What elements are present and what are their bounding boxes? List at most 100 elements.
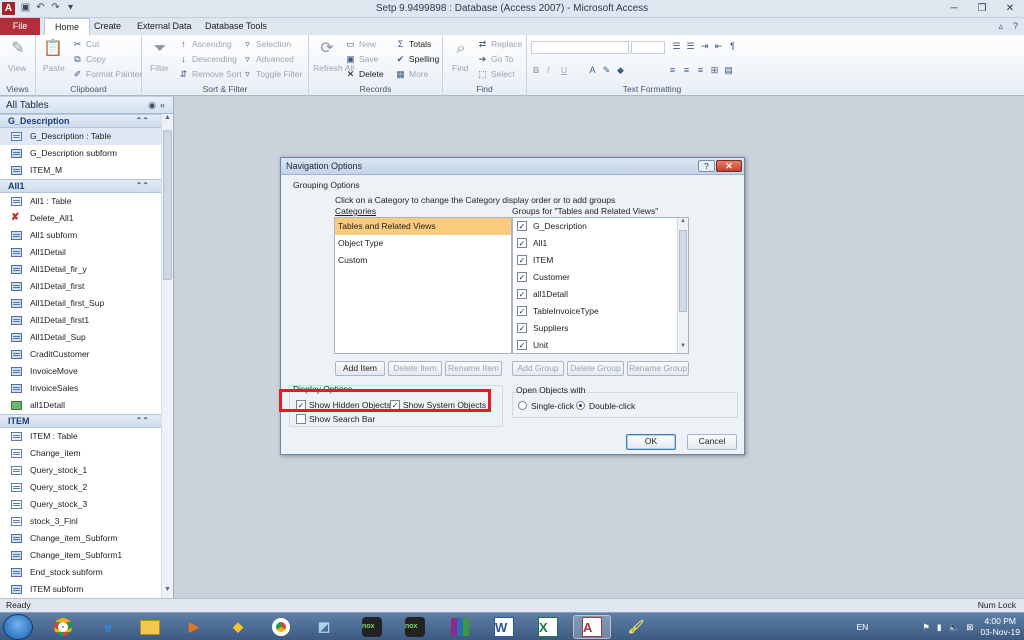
add-item-button[interactable]: Add Item <box>335 361 385 376</box>
chrome-icon[interactable] <box>262 615 300 639</box>
delete-group-button[interactable]: Delete Group <box>567 361 624 376</box>
groups-scroll-thumb[interactable] <box>679 230 687 312</box>
category-item[interactable]: Tables and Related Views <box>335 218 511 235</box>
scroll-up-icon[interactable]: ▲ <box>162 114 173 126</box>
replace-button[interactable]: ⇄ Replace <box>477 39 522 49</box>
group-item[interactable]: ✓ ITEM <box>513 252 688 269</box>
new-record-button[interactable]: ▭ New <box>345 39 376 49</box>
show-search-bar-label[interactable]: Show Search Bar <box>309 414 375 424</box>
single-click-radio[interactable] <box>518 401 527 410</box>
nav-item[interactable]: all1Detall <box>0 397 161 414</box>
nav-item[interactable]: ITEM_M <box>0 162 161 179</box>
nav-item[interactable]: G_Description : Table <box>0 128 161 145</box>
italic-button[interactable]: I <box>547 65 549 75</box>
groups-listbox[interactable]: ✓ G_Description ✓ All1 ✓ ITEM ✓ Customer ✓ all1De… <box>512 217 689 354</box>
save-record-button[interactable]: ▣ Save <box>345 54 378 64</box>
group-checkbox[interactable]: ✓ <box>517 323 527 333</box>
nav-item[interactable]: ITEM : Table <box>0 428 161 445</box>
tray-network-icon[interactable]: ▮ <box>937 622 942 633</box>
filter-button[interactable]: Filter <box>150 63 169 73</box>
font-name-combo[interactable] <box>531 41 629 54</box>
groups-scroll-down-icon[interactable]: ▼ <box>678 343 688 353</box>
goto-button[interactable]: ➔ Go To <box>477 54 514 64</box>
nav-item[interactable]: Change_item_Subform <box>0 530 161 547</box>
tray-flag-icon[interactable]: ⚑ <box>922 622 930 633</box>
rename-item-button[interactable]: Rename Item <box>445 361 502 376</box>
group-item[interactable]: ✓ G_Description <box>513 218 688 235</box>
find-button[interactable]: Find <box>452 63 469 73</box>
show-search-bar-checkbox[interactable] <box>296 414 306 424</box>
select-button[interactable]: ⬚ Select <box>477 69 514 79</box>
spelling-button[interactable]: ✔ Spelling <box>395 54 440 64</box>
bold-button[interactable]: B <box>533 65 539 75</box>
nav-item[interactable]: All1 subform <box>0 227 161 244</box>
nav-item[interactable]: All1Detail_first1 <box>0 312 161 329</box>
descending-button[interactable]: ↓ Descending <box>178 54 237 64</box>
start-button[interactable] <box>3 614 33 640</box>
winrar-icon[interactable] <box>441 615 479 639</box>
group-checkbox[interactable]: ✓ <box>517 255 527 265</box>
add-group-button[interactable]: Add Group <box>512 361 564 376</box>
single-click-label[interactable]: Single-click <box>531 401 574 411</box>
tab-external-data[interactable]: External Data <box>127 18 202 35</box>
paste-button[interactable]: Paste <box>43 63 65 73</box>
nav-item[interactable]: Change_item <box>0 445 161 462</box>
scroll-down-icon[interactable]: ▼ <box>162 586 173 598</box>
paint-icon[interactable]: 🖌 <box>617 615 655 639</box>
nav-item[interactable]: ✘ Delete_All1 <box>0 210 161 227</box>
group-checkbox[interactable]: ✓ <box>517 272 527 282</box>
nav-item[interactable]: All1Detail_Sup <box>0 329 161 346</box>
clock[interactable]: 4:00 PM 03-Nov-19 <box>980 616 1020 638</box>
excel-icon[interactable]: X <box>529 615 567 639</box>
delete-item-button[interactable]: Delete Item <box>388 361 442 376</box>
advanced-button[interactable]: ▿ Advanced <box>242 54 294 64</box>
nav-pane-header[interactable]: All Tables ◉« <box>0 97 173 114</box>
dialog-help-button[interactable]: ? <box>698 160 715 172</box>
group-item[interactable]: ✓ all1Detall <box>513 286 688 303</box>
explorer-icon[interactable] <box>131 615 169 639</box>
nav-pane-scrollbar[interactable]: ▲ ▼ <box>161 114 173 598</box>
nox-icon[interactable]: nox <box>353 615 391 639</box>
minimize-ribbon-icon[interactable]: ▵ <box>998 21 1003 32</box>
nav-group-header[interactable]: ITEM ⌃⌃ <box>0 414 161 428</box>
help-icon[interactable]: ? <box>1013 21 1018 32</box>
nav-item[interactable]: All1Detail_fir_y <box>0 261 161 278</box>
underline-button[interactable]: U <box>561 65 567 75</box>
category-item[interactable]: Object Type <box>335 235 511 252</box>
chrome-icon[interactable] <box>44 615 82 639</box>
align-buttons[interactable]: ≡ ≡ ≡ ⊞ ▤ <box>667 65 734 75</box>
more-button[interactable]: ▦ More <box>395 69 428 79</box>
collapse-chevron-icon[interactable]: ⌃⌃ <box>136 415 149 427</box>
nav-group-header[interactable]: All1 ⌃⌃ <box>0 179 161 193</box>
nav-group-header[interactable]: G_Description ⌃⌃ <box>0 114 161 128</box>
minimize-button[interactable]: ─ <box>940 0 968 18</box>
tray-status-icon[interactable]: ⊠ <box>966 622 973 633</box>
scroll-thumb[interactable] <box>163 130 172 280</box>
collapse-chevron-icon[interactable]: ⌃⌃ <box>136 115 149 127</box>
tray-volume-icon[interactable]: 🔈 <box>949 622 960 633</box>
nav-item[interactable]: Query_stock_3 <box>0 496 161 513</box>
group-checkbox[interactable]: ✓ <box>517 238 527 248</box>
group-item[interactable]: ✓ Suppliers <box>513 320 688 337</box>
nav-item[interactable]: Query_stock_1 <box>0 462 161 479</box>
ascending-button[interactable]: ↑ Ascending <box>178 39 231 49</box>
app-icon[interactable]: ◩ <box>305 615 343 639</box>
group-item[interactable]: ✓ Customer <box>513 269 688 286</box>
double-click-radio[interactable] <box>576 401 585 410</box>
double-click-label[interactable]: Double-click <box>589 401 635 411</box>
media-icon[interactable]: ▶ <box>175 615 213 639</box>
maximize-button[interactable]: ❐ <box>968 0 996 18</box>
access-icon[interactable]: A <box>573 615 611 639</box>
nav-item[interactable]: InvoiceMove <box>0 363 161 380</box>
ie-icon[interactable]: e <box>89 615 127 639</box>
font-size-combo[interactable] <box>631 41 665 54</box>
remove-sort-button[interactable]: ⇵ Remove Sort <box>178 69 242 79</box>
dialog-close-button[interactable]: ✕ <box>716 160 742 172</box>
copy-button[interactable]: ⧉ Copy <box>72 54 106 64</box>
format-painter-button[interactable]: ✐ Format Painter <box>72 69 143 79</box>
selection-button[interactable]: ▿ Selection <box>242 39 291 49</box>
group-checkbox[interactable]: ✓ <box>517 340 527 350</box>
totals-button[interactable]: Σ Totals <box>395 39 432 49</box>
font-color-buttons[interactable]: A ✎ ◆ <box>587 65 626 75</box>
cut-button[interactable]: ✂ Cut <box>72 39 100 49</box>
